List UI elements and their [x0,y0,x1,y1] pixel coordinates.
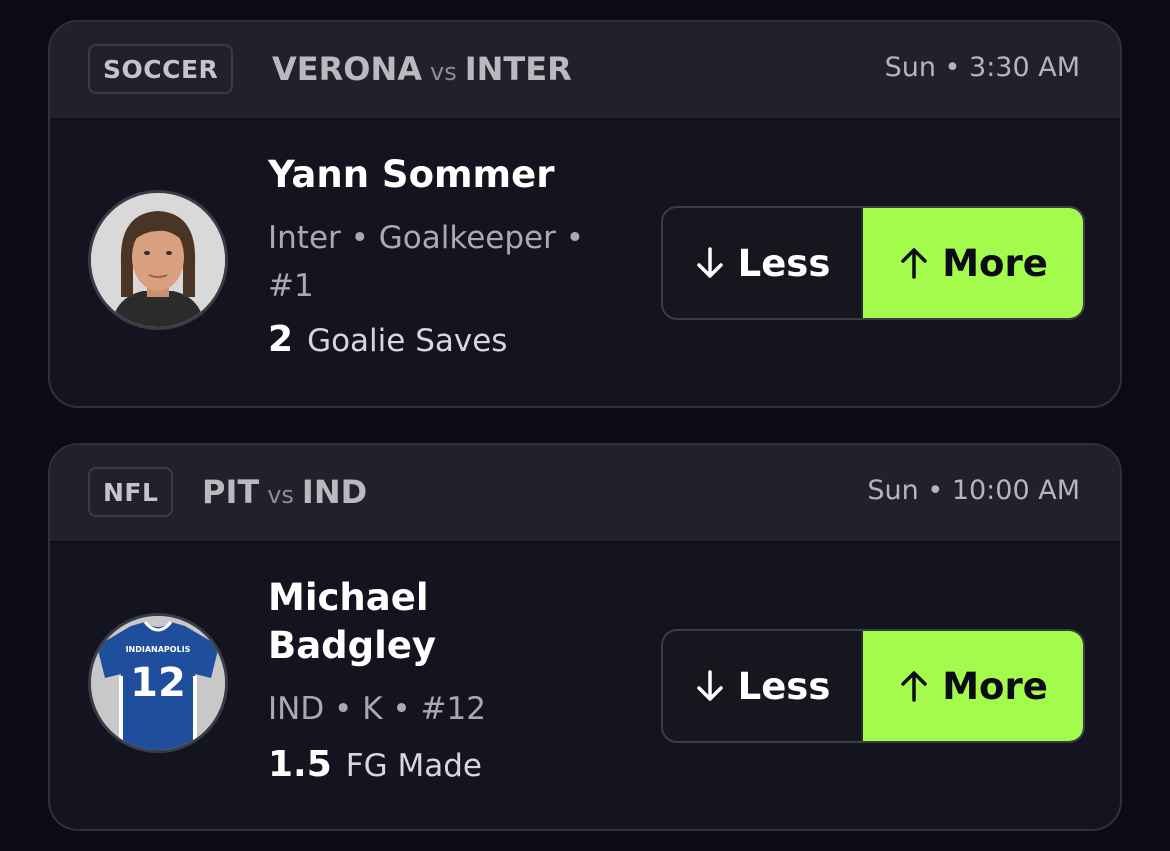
more-label: More [942,664,1048,708]
pick-toggle: Less More [661,206,1085,320]
arrow-down-icon [696,670,723,701]
player-meta: IND • K • #12 [268,691,486,727]
arrow-down-icon [696,247,723,278]
more-button[interactable]: More [863,208,1083,318]
player-name: Yann Sommer [268,153,555,196]
stat-line: 1.5 FG Made [268,744,482,785]
less-label: Less [737,241,831,285]
less-label: Less [737,664,831,708]
stat-line: 2 Goalie Saves [268,319,507,360]
team-b: INTER [464,50,572,88]
stat-value: 1.5 [268,744,332,785]
arrow-up-icon [901,248,927,279]
arrow-up-icon [901,671,927,702]
player-avatar[interactable]: INDIANAPOLIS 12 [88,613,228,753]
player-avatar[interactable] [88,190,228,330]
player-meta: Inter • Goalkeeper • #1 [268,220,584,304]
game-time: Sun • 3:30 AM [884,52,1080,83]
stat-label: FG Made [345,748,482,784]
less-button[interactable]: Less [663,208,863,318]
stat-value: 2 [268,319,294,360]
jersey-number: 12 [130,660,186,706]
pick-toggle: Less More [661,629,1085,743]
sport-badge: NFL [88,467,174,517]
more-label: More [942,241,1048,285]
more-button[interactable]: More [863,631,1083,741]
team-a: PIT [202,473,260,511]
jersey-icon: INDIANAPOLIS 12 [91,616,225,750]
player-name: Michael Badgley [268,576,437,667]
card-header: NFL PIT vs IND Sun • 10:00 AM [50,445,1120,543]
pick-card: NFL PIT vs IND Sun • 10:00 AM INDIANAPOL… [48,443,1122,831]
card-header: SOCCER VERONA vs INTER Sun • 3:30 AM [50,22,1120,120]
pick-card: SOCCER VERONA vs INTER Sun • 3:30 AM Yan… [48,20,1122,408]
team-a: VERONA [272,50,423,88]
less-button[interactable]: Less [663,631,863,741]
sport-badge: SOCCER [88,44,234,94]
game-time: Sun • 10:00 AM [867,475,1080,506]
jersey-text: INDIANAPOLIS [126,645,191,654]
player-headshot-icon [91,193,225,327]
matchup: VERONA vs INTER [272,50,572,88]
team-b: IND [301,473,368,511]
matchup: PIT vs IND [202,473,367,511]
vs-label: vs [430,58,457,86]
stat-label: Goalie Saves [307,323,508,359]
vs-label: vs [267,481,294,509]
